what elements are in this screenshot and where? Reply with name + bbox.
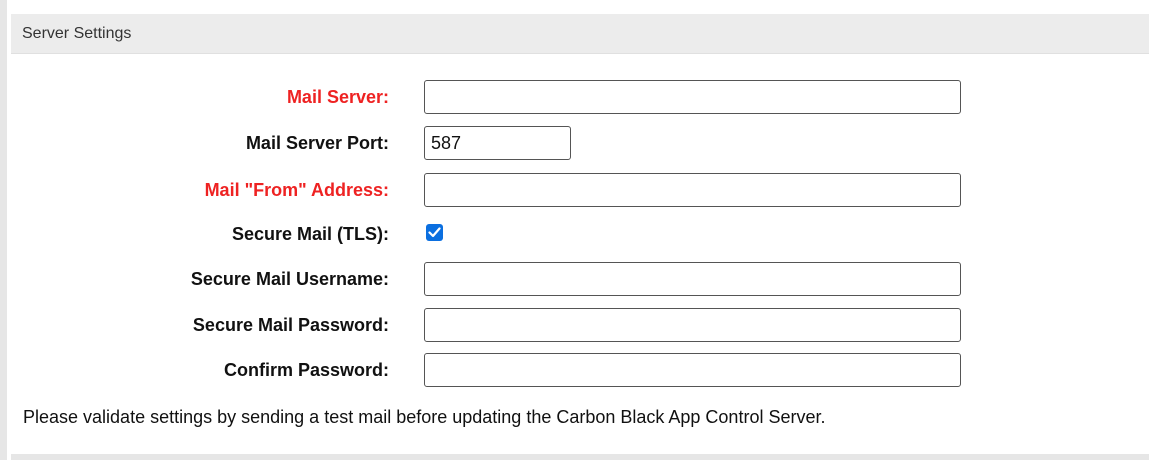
secure-mail-username-label: Secure Mail Username: <box>190 269 389 289</box>
secure-mail-tls-row: Secure Mail (TLS): <box>11 217 1149 251</box>
confirm-password-label: Confirm Password: <box>223 360 389 380</box>
mail-from-address-input[interactable] <box>424 173 961 207</box>
mail-server-row: Mail Server: <box>11 80 1149 114</box>
confirm-password-row: Confirm Password: <box>11 353 1149 387</box>
left-border <box>0 0 7 460</box>
confirm-password-input[interactable] <box>424 353 961 387</box>
mail-server-port-label: Mail Server Port: <box>245 133 389 153</box>
checkmark-icon <box>428 227 441 238</box>
secure-mail-username-row: Secure Mail Username: <box>11 262 1149 296</box>
secure-mail-password-row: Secure Mail Password: <box>11 308 1149 342</box>
secure-mail-username-input[interactable] <box>424 262 961 296</box>
panel-footer-bar <box>11 454 1149 460</box>
mail-from-address-label: Mail "From" Address: <box>204 180 389 200</box>
panel-header: Server Settings <box>11 14 1149 54</box>
mail-server-label: Mail Server: <box>286 87 389 107</box>
secure-mail-tls-checkbox[interactable] <box>426 224 443 241</box>
mail-server-port-row: Mail Server Port: <box>11 126 1149 160</box>
mail-server-input[interactable] <box>424 80 961 114</box>
secure-mail-password-input[interactable] <box>424 308 961 342</box>
server-settings-panel: Server Settings Mail Server: Mail Server… <box>11 14 1149 460</box>
secure-mail-tls-label: Secure Mail (TLS): <box>231 224 389 244</box>
mail-from-address-row: Mail "From" Address: <box>11 173 1149 207</box>
panel-title: Server Settings <box>22 24 132 42</box>
validation-note: Please validate settings by sending a te… <box>23 407 826 427</box>
mail-server-port-input[interactable] <box>424 126 571 160</box>
secure-mail-password-label: Secure Mail Password: <box>192 315 389 335</box>
